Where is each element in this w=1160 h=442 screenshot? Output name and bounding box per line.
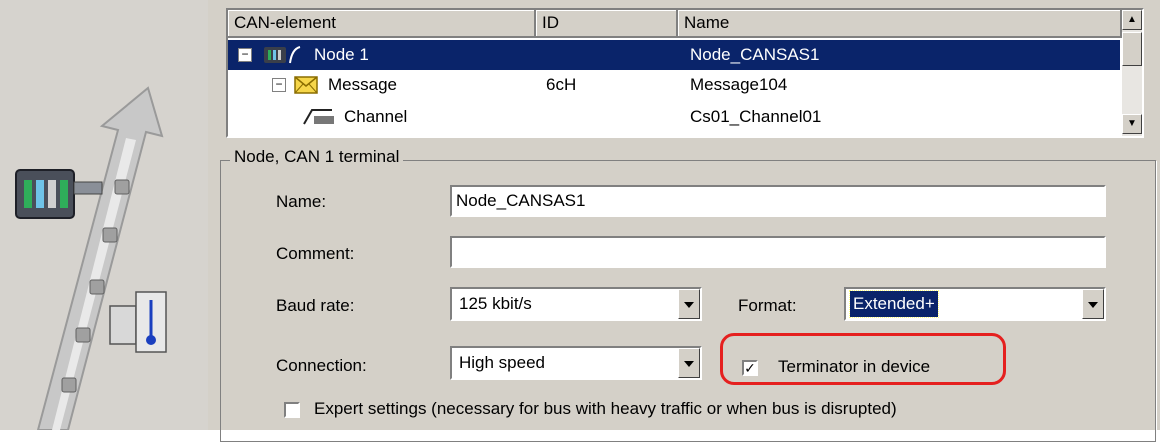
comment-input[interactable] xyxy=(450,236,1106,268)
connection-select[interactable]: High speed xyxy=(450,346,702,380)
tree-row-name: Message104 xyxy=(690,75,788,94)
baud-rate-select[interactable]: 125 kbit/s xyxy=(450,287,702,321)
connection-label: Connection: xyxy=(276,356,367,375)
node-icon xyxy=(264,46,301,64)
comment-label: Comment: xyxy=(276,244,355,263)
expert-settings-label[interactable]: Expert settings (necessary for bus with … xyxy=(314,399,897,419)
baud-rate-value: 125 kbit/s xyxy=(459,294,532,313)
tree-row-name: Node_CANSAS1 xyxy=(690,45,820,64)
tree-row-name: Cs01_Channel01 xyxy=(690,107,822,126)
name-label: Name: xyxy=(276,192,327,211)
format-select[interactable]: Extended+ xyxy=(844,287,1106,321)
name-input[interactable]: Node_CANSAS1 xyxy=(450,185,1106,217)
bus-arrow-icon xyxy=(36,86,164,430)
baud-rate-label: Baud rate: xyxy=(276,296,355,315)
tree-row-message[interactable]: − Message 6cH Message104 xyxy=(228,70,1120,100)
chevron-down-icon[interactable] xyxy=(1082,289,1104,319)
device-module-icon xyxy=(15,169,103,219)
scroll-up-arrow-icon[interactable]: ▲ xyxy=(1122,10,1142,30)
tree-row-channel[interactable]: Channel Cs01_Channel01 xyxy=(228,102,1120,132)
properties-pane: CAN-element ID Name − Node 1 Node_CANSAS… xyxy=(208,0,1160,442)
tree-row-node[interactable]: − Node 1 Node_CANSAS1 xyxy=(228,40,1120,70)
tree-row-id: 6cH xyxy=(546,75,577,94)
scroll-down-arrow-icon[interactable]: ▼ xyxy=(1122,114,1142,134)
tree-row-label: Channel xyxy=(344,107,408,126)
column-header-can-element[interactable]: CAN-element xyxy=(228,10,536,38)
terminator-checkbox[interactable]: ✓ xyxy=(742,360,758,376)
collapse-toggle-icon[interactable]: − xyxy=(272,78,286,92)
tree-row-label: Message xyxy=(328,75,397,94)
chevron-down-icon[interactable] xyxy=(678,348,700,378)
format-label: Format: xyxy=(738,296,797,315)
groupbox-title: Node, CAN 1 terminal xyxy=(230,147,404,167)
column-header-id[interactable]: ID xyxy=(536,10,678,38)
tree-vertical-scrollbar[interactable]: ▲ ▼ xyxy=(1122,10,1142,136)
can-element-tree[interactable]: CAN-element ID Name − Node 1 Node_CANSAS… xyxy=(226,8,1144,138)
chevron-down-icon[interactable] xyxy=(678,289,700,319)
envelope-icon xyxy=(294,76,318,94)
can-bus-illustration xyxy=(15,86,167,430)
terminator-label[interactable]: Terminator in device xyxy=(778,357,930,377)
channel-icon xyxy=(303,109,334,125)
collapse-toggle-icon[interactable]: − xyxy=(238,48,252,62)
tree-row-label: Node 1 xyxy=(314,45,369,64)
expert-settings-checkbox[interactable] xyxy=(284,402,300,418)
connection-value: High speed xyxy=(459,353,546,372)
column-header-name[interactable]: Name xyxy=(678,10,1122,38)
format-value: Extended+ xyxy=(849,290,939,318)
bus-illustration-pane xyxy=(0,0,208,430)
scroll-thumb[interactable] xyxy=(1122,32,1142,66)
thermometer-sensor-icon xyxy=(109,291,167,353)
